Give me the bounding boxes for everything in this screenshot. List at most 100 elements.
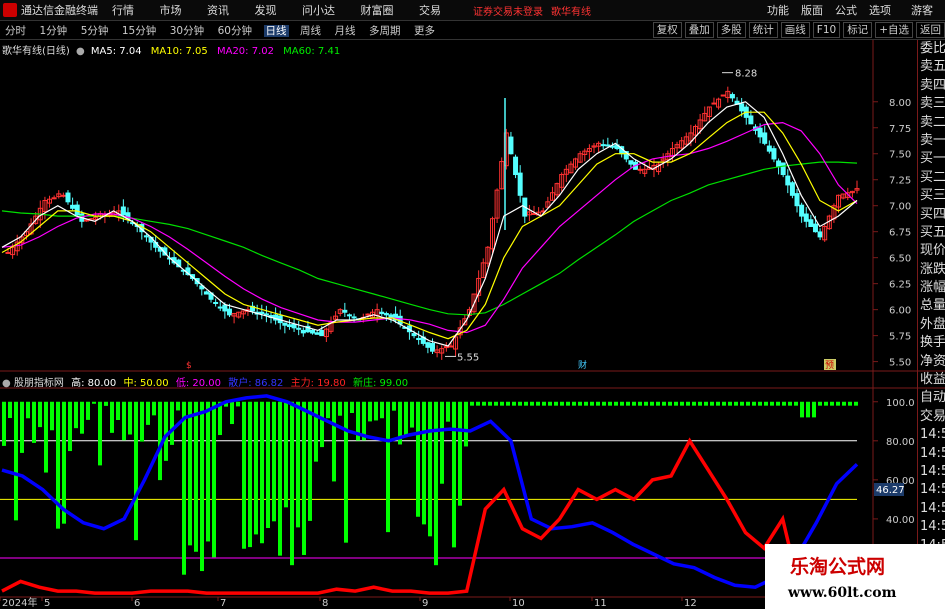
new-bar bbox=[536, 401, 540, 406]
right-panel-item[interactable]: 买五 bbox=[918, 224, 945, 242]
right-panel-item[interactable]: 外盘 bbox=[918, 316, 945, 334]
new-bar bbox=[842, 401, 846, 406]
new-bar bbox=[410, 401, 414, 428]
new-bar bbox=[440, 401, 444, 484]
candle-body bbox=[342, 309, 348, 313]
right-panel-item[interactable]: 14:56 bbox=[918, 518, 945, 536]
new-bar bbox=[320, 401, 324, 448]
new-bar bbox=[710, 401, 714, 406]
new-bar bbox=[818, 401, 822, 406]
right-panel-item[interactable]: 买四 bbox=[918, 206, 945, 224]
right-panel-item[interactable]: 现价 bbox=[918, 242, 945, 260]
price-tick-label: 6.25 bbox=[889, 280, 911, 291]
new-bar bbox=[728, 401, 732, 406]
candle-body bbox=[720, 94, 726, 97]
new-bar bbox=[734, 401, 738, 406]
new-bar bbox=[140, 401, 144, 442]
marker-finance: 财 bbox=[578, 359, 587, 371]
right-info-panel: 委比 卖五 卖四 卖三 卖二 卖一 买一 买二 买三 买四 买五 现价 涨跌 涨幅 总量 外盘 换手 净资 收益 自动… bbox=[917, 40, 945, 609]
new-bar bbox=[812, 401, 816, 418]
new-bar bbox=[314, 401, 318, 462]
new-bar bbox=[506, 401, 510, 406]
candle-body bbox=[74, 204, 80, 216]
candle-body bbox=[812, 223, 818, 233]
new-bar bbox=[212, 401, 216, 558]
new-bar bbox=[830, 401, 834, 406]
new-bar bbox=[248, 401, 252, 548]
new-bar bbox=[74, 401, 78, 429]
candle-body bbox=[143, 235, 149, 238]
new-bar bbox=[542, 401, 546, 406]
right-panel-item[interactable]: 买三 bbox=[918, 187, 945, 205]
candle-body bbox=[766, 145, 772, 152]
new-bar bbox=[620, 401, 624, 406]
new-bar bbox=[44, 401, 48, 473]
new-bar bbox=[704, 401, 708, 406]
candle-body bbox=[60, 194, 66, 197]
new-bar bbox=[848, 401, 852, 406]
right-panel-item[interactable]: 交易 bbox=[918, 408, 945, 426]
new-bar bbox=[644, 401, 648, 406]
candle-body bbox=[411, 333, 417, 337]
new-bar bbox=[524, 401, 528, 406]
right-panel-item[interactable]: 卖四 bbox=[918, 77, 945, 95]
right-panel-item[interactable]: 委比 bbox=[918, 40, 945, 58]
right-panel-item[interactable]: 14:56 bbox=[918, 445, 945, 463]
candle-body bbox=[296, 327, 302, 330]
new-bar bbox=[242, 401, 246, 549]
right-panel-item[interactable]: 自动 bbox=[918, 389, 945, 407]
candle-body bbox=[416, 337, 422, 341]
new-bar bbox=[86, 401, 90, 420]
new-bar bbox=[428, 401, 432, 537]
new-bar bbox=[782, 401, 786, 406]
right-panel-item[interactable]: 涨幅 bbox=[918, 279, 945, 297]
new-bar bbox=[464, 401, 468, 447]
candle-body bbox=[226, 308, 232, 316]
right-panel-item[interactable]: 收益 bbox=[918, 371, 945, 389]
date-label: 10 bbox=[512, 598, 525, 609]
right-panel-item[interactable]: 卖一 bbox=[918, 132, 945, 150]
chart-canvas[interactable]: 8.00 7.75 7.50 7.25 7.00 6.75 6.50 6.25 6.00 5.75… bbox=[0, 0, 945, 609]
candle-body bbox=[83, 219, 89, 222]
new-bar bbox=[794, 401, 798, 406]
new-bar bbox=[80, 401, 84, 434]
new-bar bbox=[692, 401, 696, 406]
right-panel-item[interactable]: 14:56 bbox=[918, 500, 945, 518]
right-panel-item[interactable]: 买一 bbox=[918, 150, 945, 168]
new-bar bbox=[668, 401, 672, 406]
new-bar bbox=[326, 401, 330, 419]
new-bar bbox=[266, 401, 270, 529]
new-bar bbox=[482, 401, 486, 406]
new-bar bbox=[8, 401, 12, 419]
right-panel-item[interactable]: 14:56 bbox=[918, 463, 945, 481]
right-panel-item[interactable]: 卖二 bbox=[918, 114, 945, 132]
candle-body bbox=[351, 316, 357, 319]
date-label: 12 bbox=[684, 598, 697, 609]
new-bar bbox=[380, 401, 384, 419]
sub-tick-label: 80.00 bbox=[886, 437, 915, 448]
new-bar bbox=[116, 401, 120, 421]
right-panel-item[interactable]: 总量 bbox=[918, 297, 945, 315]
date-label: 6 bbox=[134, 598, 140, 609]
new-bar bbox=[824, 401, 828, 406]
new-bar bbox=[146, 401, 150, 425]
candle-body bbox=[780, 162, 786, 176]
right-panel-item[interactable]: 14:56 bbox=[918, 426, 945, 444]
right-panel-item[interactable]: 卖三 bbox=[918, 95, 945, 113]
watermark-url: www.60lt.com bbox=[788, 585, 897, 601]
right-panel-item[interactable]: 涨跌 bbox=[918, 261, 945, 279]
price-tick-label: 7.25 bbox=[889, 176, 911, 187]
new-bar bbox=[272, 401, 276, 522]
candle-body bbox=[425, 342, 431, 348]
right-panel-item[interactable]: 卖五 bbox=[918, 58, 945, 76]
right-panel-item[interactable]: 14:56 bbox=[918, 481, 945, 499]
right-panel-item[interactable]: 买二 bbox=[918, 169, 945, 187]
right-panel-item[interactable]: 换手 bbox=[918, 334, 945, 352]
right-panel-item[interactable]: 净资 bbox=[918, 353, 945, 371]
price-tick-label: 7.00 bbox=[889, 202, 911, 213]
new-bar bbox=[56, 401, 60, 529]
new-bar bbox=[590, 401, 594, 406]
candle-body bbox=[319, 330, 325, 337]
candle-body bbox=[430, 342, 435, 352]
new-bar bbox=[638, 401, 642, 406]
